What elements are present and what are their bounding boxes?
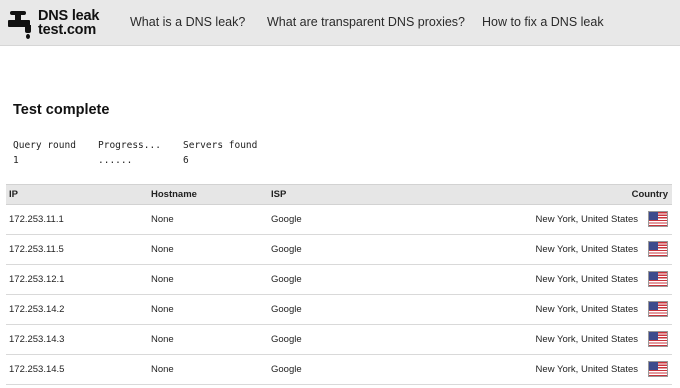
cell-country: New York, United States xyxy=(535,274,638,285)
cell-country: New York, United States xyxy=(535,244,638,255)
table-row: 172.253.14.5 None Google New York, United S… xyxy=(6,355,672,385)
query-round-value: 1 xyxy=(13,155,19,166)
logo-text: DNS leak test.com xyxy=(38,8,100,38)
logo-line-2: test.com xyxy=(38,22,97,38)
us-flag-icon xyxy=(648,331,668,347)
cell-isp: Google xyxy=(271,214,302,225)
cell-ip: 172.253.12.1 xyxy=(9,274,65,285)
servers-found-label: Servers found xyxy=(183,140,258,151)
table-header: IP Hostname ISP Country xyxy=(6,184,672,205)
cell-country: New York, United States xyxy=(535,304,638,315)
cell-ip: 172.253.11.1 xyxy=(9,214,64,225)
cell-hostname: None xyxy=(151,304,174,315)
progress-value: ...... xyxy=(98,155,133,166)
page-title: Test complete xyxy=(13,102,110,118)
logo-line-1: DNS leak xyxy=(38,8,100,24)
us-flag-icon xyxy=(648,211,668,227)
us-flag-icon xyxy=(648,271,668,287)
cell-country: New York, United States xyxy=(535,334,638,345)
query-round-stat: Query round 1 xyxy=(13,138,76,168)
cell-country: New York, United States xyxy=(535,214,638,225)
cell-isp: Google xyxy=(271,274,302,285)
table-row: 172.253.14.3 None Google New York, United S… xyxy=(6,325,672,355)
cell-ip: 172.253.11.5 xyxy=(9,244,64,255)
cell-hostname: None xyxy=(151,334,174,345)
query-round-label: Query round xyxy=(13,140,76,151)
column-header-ip: IP xyxy=(9,189,18,200)
cell-isp: Google xyxy=(271,334,302,345)
us-flag-icon xyxy=(648,241,668,257)
servers-found-value: 6 xyxy=(183,155,189,166)
cell-hostname: None xyxy=(151,364,174,375)
cell-ip: 172.253.14.5 xyxy=(9,364,65,375)
us-flag-icon xyxy=(648,301,668,317)
site-logo[interactable]: DNS leak test.com xyxy=(6,6,116,40)
table-row: 172.253.11.1 None Google New York, United S… xyxy=(6,205,672,235)
faucet-icon xyxy=(6,8,36,39)
us-flag-icon xyxy=(648,361,668,377)
cell-country: New York, United States xyxy=(535,364,638,375)
progress-label: Progress... xyxy=(98,140,161,151)
nav-link-how-to-fix[interactable]: How to fix a DNS leak xyxy=(482,15,604,29)
column-header-hostname: Hostname xyxy=(151,189,197,200)
cell-hostname: None xyxy=(151,244,174,255)
nav-link-transparent-dns-proxies[interactable]: What are transparent DNS proxies? xyxy=(267,15,465,29)
top-navigation-bar: DNS leak test.com What is a DNS leak? Wh… xyxy=(0,0,680,46)
table-row: 172.253.11.5 None Google New York, United S… xyxy=(6,235,672,265)
cell-isp: Google xyxy=(271,244,302,255)
nav-link-what-is-dns-leak[interactable]: What is a DNS leak? xyxy=(130,15,245,29)
cell-isp: Google xyxy=(271,304,302,315)
cell-ip: 172.253.14.3 xyxy=(9,334,65,345)
table-row: 172.253.14.2 None Google New York, United S… xyxy=(6,295,672,325)
servers-found-stat: Servers found 6 xyxy=(183,138,257,168)
cell-hostname: None xyxy=(151,274,174,285)
column-header-isp: ISP xyxy=(271,189,287,200)
cell-isp: Google xyxy=(271,364,302,375)
results-table: IP Hostname ISP Country 172.253.11.1 None… xyxy=(6,184,672,385)
cell-hostname: None xyxy=(151,214,174,225)
column-header-country: Country xyxy=(631,189,668,200)
table-row: 172.253.12.1 None Google New York, United S… xyxy=(6,265,672,295)
progress-stat: Progress... ...... xyxy=(98,138,161,168)
cell-ip: 172.253.14.2 xyxy=(9,304,65,315)
